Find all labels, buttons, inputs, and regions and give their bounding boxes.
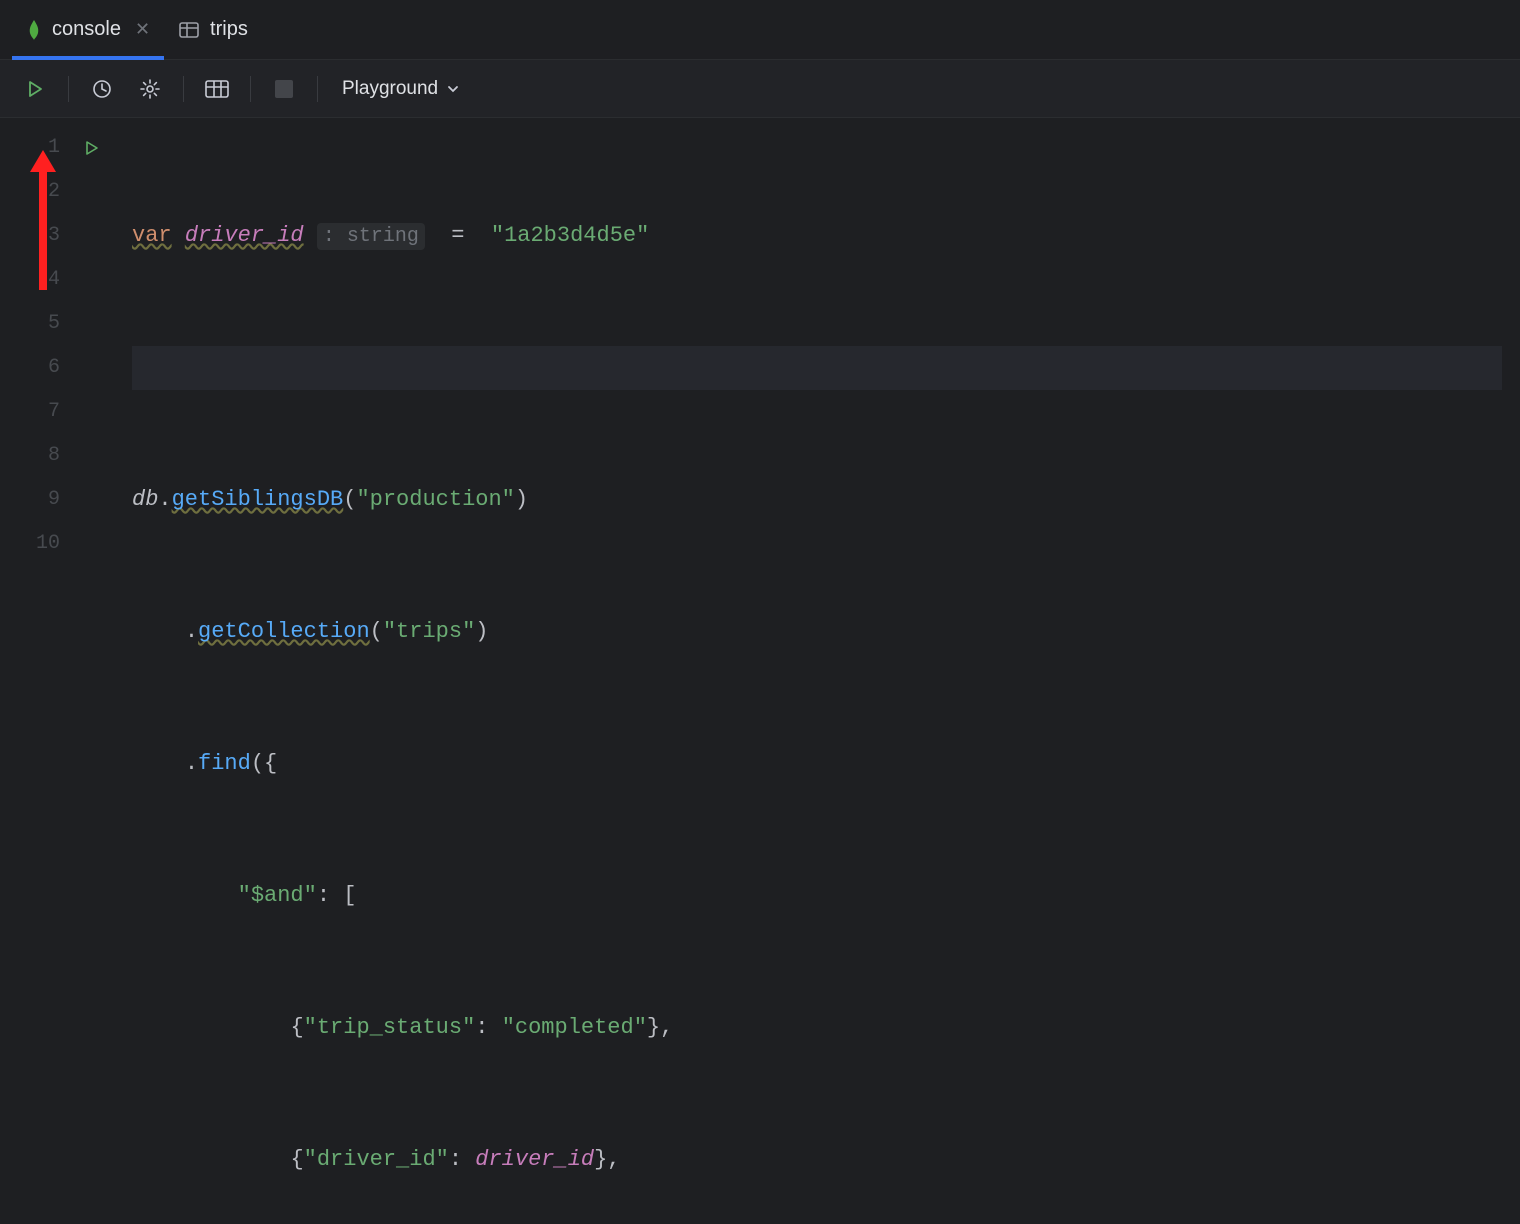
stop-button[interactable]: [267, 72, 301, 106]
code-line: .getCollection("trips"): [132, 610, 1502, 654]
tab-console[interactable]: console ✕: [12, 0, 164, 59]
gutter: 1 2 3 4 5 6 7 8 9 10: [0, 118, 70, 612]
line-number: 8: [0, 434, 70, 478]
code-line: .find({: [132, 742, 1502, 786]
toolbar: Playground: [0, 60, 1520, 118]
dropdown-label: Playground: [342, 78, 438, 100]
tab-trips[interactable]: trips: [164, 0, 262, 59]
line-number: 6: [0, 346, 70, 390]
code-editor[interactable]: 1 2 3 4 5 6 7 8 9 10 var driver_id : str…: [0, 118, 1520, 612]
code-line: var driver_id : string = "1a2b3d4d5e": [132, 214, 1502, 258]
line-number: 9: [0, 478, 70, 522]
settings-button[interactable]: [133, 72, 167, 106]
line-number: 4: [0, 258, 70, 302]
close-icon[interactable]: ✕: [135, 19, 150, 40]
line-number: 2: [0, 170, 70, 214]
run-gutter: [70, 118, 114, 612]
tab-label: console: [52, 18, 121, 41]
separator: [183, 76, 184, 102]
line-number: 5: [0, 302, 70, 346]
separator: [317, 76, 318, 102]
line-number: 1: [0, 126, 70, 170]
code-line: db.getSiblingsDB("production"): [132, 478, 1502, 522]
separator: [250, 76, 251, 102]
datasource-dropdown[interactable]: Playground: [334, 74, 468, 104]
stop-icon: [275, 80, 293, 98]
results-view-button[interactable]: [200, 72, 234, 106]
mongodb-leaf-icon: [26, 20, 42, 40]
code-line: {"driver_id": driver_id},: [132, 1138, 1502, 1182]
tab-label: trips: [210, 18, 248, 41]
chevron-down-icon: [446, 82, 460, 96]
run-button[interactable]: [18, 72, 52, 106]
editor-tabs: console ✕ trips: [0, 0, 1520, 60]
separator: [68, 76, 69, 102]
code-area[interactable]: var driver_id : string = "1a2b3d4d5e" db…: [114, 118, 1520, 612]
line-number: 7: [0, 390, 70, 434]
history-button[interactable]: [85, 72, 119, 106]
code-line: {"trip_status": "completed"},: [132, 1006, 1502, 1050]
line-number: 3: [0, 214, 70, 258]
table-icon: [178, 19, 200, 41]
code-line: [132, 346, 1502, 390]
run-line-button[interactable]: [70, 126, 114, 170]
line-number: 10: [0, 522, 70, 566]
code-line: "$and": [: [132, 874, 1502, 918]
